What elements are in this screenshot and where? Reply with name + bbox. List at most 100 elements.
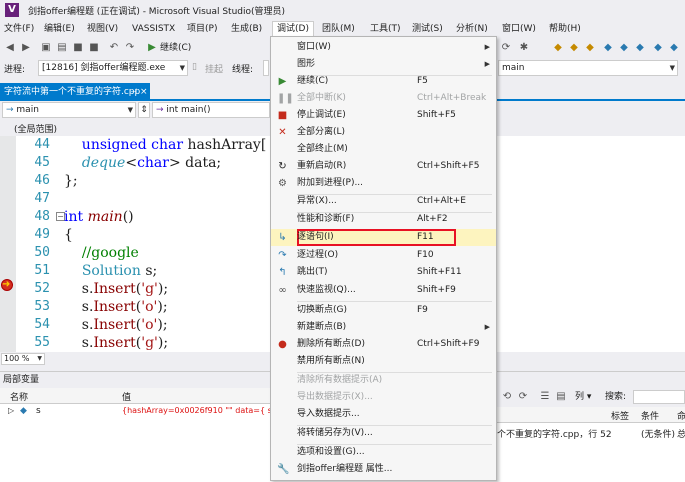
menu-item-toggle-breakpoint[interactable]: 切换断点(G) F9 (271, 302, 496, 319)
table-row[interactable]: 个不重复的字符.cpp，行 52 (无条件) 总 (497, 427, 685, 441)
refresh-icon[interactable]: ⟳ (517, 391, 529, 403)
nav-split-button[interactable]: ⇕ (138, 102, 150, 118)
thread-combo[interactable] (263, 60, 269, 76)
menu-item-new-breakpoint[interactable]: 新建断点(B) ▶ (271, 319, 496, 336)
expand-icon[interactable]: ▷ (8, 406, 14, 415)
new-project-icon[interactable]: ▣ (40, 42, 52, 54)
process-label: 进程: (4, 65, 26, 75)
list-icon[interactable]: ▤ (555, 391, 567, 403)
menu-window[interactable]: 窗口(W) (498, 22, 540, 37)
menu-item-delete-all-breakpoints[interactable]: ● 删除所有断点(D) Ctrl+Shift+F9 (271, 336, 496, 353)
menu-item-graphics[interactable]: 图形 ▶ (271, 56, 496, 73)
attach-icon: ⚙ (278, 178, 287, 189)
menu-item-disable-all-breakpoints[interactable]: 禁用所有断点(N) (271, 353, 496, 370)
close-icon[interactable]: × (140, 83, 148, 101)
column-name[interactable]: 名称 (10, 390, 28, 403)
menu-tools[interactable]: 工具(T) (366, 22, 405, 37)
code-text: unsigned char hashArray[ (64, 137, 267, 153)
menu-item-project-properties[interactable]: 🔧 剑指offer编程题 属性... (271, 461, 496, 478)
menu-item-detach-all[interactable]: ✕ 全部分离(L) (271, 124, 496, 141)
continue-play-icon[interactable]: ▶ (146, 42, 158, 54)
breakpoints-header: 标签 条件 命 (497, 407, 685, 423)
menu-item-windows[interactable]: 窗口(W) ▶ (271, 39, 496, 56)
delete-breakpoints-icon: ● (278, 339, 287, 350)
line-number: 51 (34, 263, 50, 278)
menu-build[interactable]: 生成(B) (227, 22, 266, 37)
line-number: 55 (34, 335, 50, 350)
column-condition[interactable]: 条件 (641, 409, 659, 422)
column-more[interactable]: 命 (677, 409, 685, 422)
undo-icon[interactable]: ↶ (108, 42, 120, 54)
menu-item-options[interactable]: 选项和设置(G)... (271, 444, 496, 461)
submenu-arrow-icon: ▶ (484, 60, 490, 68)
line-number: 45 (34, 155, 50, 170)
menu-help[interactable]: 帮助(H) (545, 22, 585, 37)
suspend-label[interactable]: 挂起 (205, 62, 223, 75)
menu-item-import-datatips[interactable]: 导入数据提示... (271, 406, 496, 423)
nav2-icon[interactable]: ◆ (618, 42, 630, 54)
columns-icon[interactable]: ☰ (539, 391, 551, 403)
columns-dropdown[interactable]: 列 ▾ (575, 390, 591, 404)
tools-icon[interactable]: ✱ (518, 42, 530, 54)
continue-button[interactable]: 继续(C) (160, 41, 191, 55)
menu-item-continue[interactable]: ▶ 继续(C) F5 (271, 73, 496, 90)
find-icon[interactable]: ◆ (584, 42, 596, 54)
menu-project[interactable]: 项目(P) (183, 22, 221, 37)
code-text: { (64, 227, 73, 243)
stop-icon: ■ (277, 110, 288, 121)
line-number: 46 (34, 173, 50, 188)
zoom-combo[interactable]: 100 % ▼ (1, 353, 45, 365)
process-combo[interactable]: [12816] 剑指offer编程题.exe ▼ (38, 60, 188, 76)
stack-frame-combo[interactable]: main ▼ (498, 60, 678, 76)
menu-item-quickwatch[interactable]: ∞ 快速监视(Q)... Shift+F9 (271, 282, 496, 299)
menu-test[interactable]: 测试(S) (408, 22, 447, 37)
breakpoints-window: ⟲ ⟳ ☰ ▤ 列 ▾ 搜索: 标签 条件 命 个不重复的字符.cpp，行 52… (497, 387, 685, 482)
menu-file[interactable]: 文件(F) (0, 22, 38, 37)
scope-right-combo[interactable]: → int main() (152, 102, 270, 118)
menu-edit[interactable]: 编辑(E) (40, 22, 79, 37)
search-input[interactable] (633, 390, 685, 404)
nav3-icon[interactable]: ◆ (634, 42, 646, 54)
menu-item-step-into[interactable]: ↳ 逐语句(I) F11 (271, 229, 496, 246)
nav5-icon[interactable]: ◆ (668, 42, 680, 54)
menu-item-step-out[interactable]: ↰ 跳出(T) Shift+F11 (271, 264, 496, 281)
menu-view[interactable]: 视图(V) (83, 22, 122, 37)
nav4-icon[interactable]: ◆ (652, 42, 664, 54)
menu-item-save-dump[interactable]: 将转储另存为(V)... (271, 425, 496, 442)
suspend-icon[interactable]: ▯ (192, 62, 197, 72)
detach-icon: ✕ (278, 127, 287, 138)
menu-item-restart[interactable]: ↻ 重新启动(R) Ctrl+Shift+F5 (271, 158, 496, 175)
submenu-arrow-icon: ▶ (484, 43, 490, 51)
thread-label: 线程: (232, 65, 254, 75)
menu-item-step-over[interactable]: ↷ 逐过程(O) F10 (271, 247, 496, 264)
menu-team[interactable]: 团队(M) (318, 22, 359, 37)
scope-left-value: main (16, 105, 39, 115)
menu-item-attach-to-process[interactable]: ⚙ 附加到进程(P)... (271, 175, 496, 192)
tab-active-document[interactable]: 字符流中第一个不重复的字符.cpp ⊣ × (0, 83, 150, 101)
extension-icon[interactable]: ◆ (552, 42, 564, 54)
menu-item-terminate-all[interactable]: 全部终止(M) (271, 141, 496, 158)
code-text: s.Insert('g'); (64, 281, 169, 297)
pin-icon[interactable]: ⊣ (130, 83, 137, 101)
column-tag[interactable]: 标签 (611, 409, 629, 422)
process-value: [12816] 剑指offer编程题.exe (42, 63, 166, 73)
save-all-icon[interactable]: ■ (88, 42, 100, 54)
menu-item-stop-debugging[interactable]: ■ 停止调试(E) Shift+F5 (271, 107, 496, 124)
bookmark-icon[interactable]: ◆ (568, 42, 580, 54)
menu-vassistx[interactable]: VASSISTX (128, 22, 179, 37)
scope-left-combo[interactable]: → main ▼ (2, 102, 136, 118)
menu-analyze[interactable]: 分析(N) (452, 22, 492, 37)
save-icon[interactable]: ■ (72, 42, 84, 54)
redo-icon[interactable]: ↷ (124, 42, 136, 54)
forward-icon[interactable]: ▶ (20, 42, 32, 54)
menu-item-exceptions[interactable]: 异常(X)... Ctrl+Alt+E (271, 193, 496, 210)
open-file-icon[interactable]: ▤ (56, 42, 68, 54)
refresh-icon[interactable]: ⟳ (500, 42, 512, 54)
menu-item-performance[interactable]: 性能和诊断(F) Alt+F2 (271, 211, 496, 228)
chevron-down-icon: ▼ (179, 64, 185, 72)
go-to-source-icon[interactable]: ⟲ (501, 391, 513, 403)
zoom-value: 100 % (4, 354, 30, 363)
back-icon[interactable]: ◀ (4, 42, 16, 54)
column-value[interactable]: 值 (122, 390, 131, 403)
nav-icon[interactable]: ◆ (602, 42, 614, 54)
